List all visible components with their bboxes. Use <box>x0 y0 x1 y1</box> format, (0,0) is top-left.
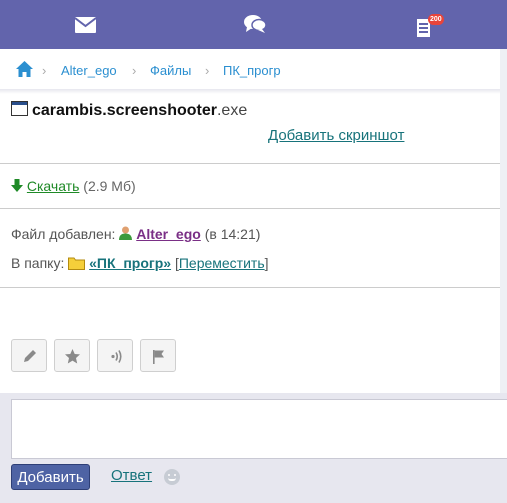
move-link[interactable]: Переместить <box>179 255 265 271</box>
notification-badge: 200 <box>428 14 444 25</box>
file-title: carambis.screenshooter.exe <box>11 101 247 120</box>
speech-bubbles-icon[interactable] <box>244 14 267 37</box>
house-icon[interactable] <box>16 61 33 80</box>
folder-row: В папку: «ПК_прогр» [Переместить] <box>11 255 269 271</box>
add-screenshot-link[interactable]: Добавить скриншот <box>268 127 404 144</box>
report-button[interactable] <box>140 339 176 372</box>
download-link[interactable]: Скачать <box>27 178 80 194</box>
file-size: (2.9 Мб) <box>83 178 136 194</box>
add-comment-button[interactable]: Добавить <box>11 464 90 490</box>
divider <box>0 287 500 288</box>
breadcrumb-item-user[interactable]: Alter_ego <box>61 63 117 78</box>
breadcrumb-item-folder[interactable]: ПК_прогр <box>223 63 281 78</box>
folder-label: В папку: <box>11 255 65 271</box>
edit-button[interactable] <box>11 339 47 372</box>
envelope-icon[interactable] <box>74 17 97 36</box>
breadcrumb-separator: › <box>42 63 47 78</box>
breadcrumb-separator: › <box>132 63 137 78</box>
breadcrumb-separator: › <box>205 63 210 78</box>
added-label: Файл добавлен: <box>11 226 116 242</box>
file-name: carambis.screenshooter <box>32 102 217 119</box>
breadcrumb-item-files[interactable]: Файлы <box>150 63 191 78</box>
file-extension: .exe <box>216 102 248 119</box>
author-link[interactable]: Alter_ego <box>136 226 201 242</box>
favorite-button[interactable] <box>54 339 90 372</box>
added-time: (в 14:21) <box>204 226 261 242</box>
folder-link[interactable]: «ПК_прогр» <box>89 255 171 271</box>
reply-link[interactable]: Ответ <box>111 467 152 484</box>
smiley-icon[interactable] <box>164 469 180 485</box>
added-by-row: Файл добавлен: Alter_ego (в 14:21) <box>11 226 260 242</box>
breadcrumb-shadow <box>0 89 500 94</box>
download-row: Скачать (2.9 Мб) <box>11 178 136 194</box>
breadcrumb: › Alter_ego › Файлы › ПК_прогр <box>0 49 500 90</box>
divider <box>0 163 500 164</box>
user-icon <box>119 226 136 242</box>
right-gutter <box>500 49 507 393</box>
broadcast-button[interactable] <box>97 339 133 372</box>
download-arrow-icon <box>11 178 27 194</box>
comment-input[interactable] <box>11 399 507 459</box>
folder-icon <box>68 255 89 271</box>
application-window-icon <box>11 101 28 116</box>
top-nav-bar: 200 <box>0 0 507 49</box>
divider <box>0 208 500 209</box>
